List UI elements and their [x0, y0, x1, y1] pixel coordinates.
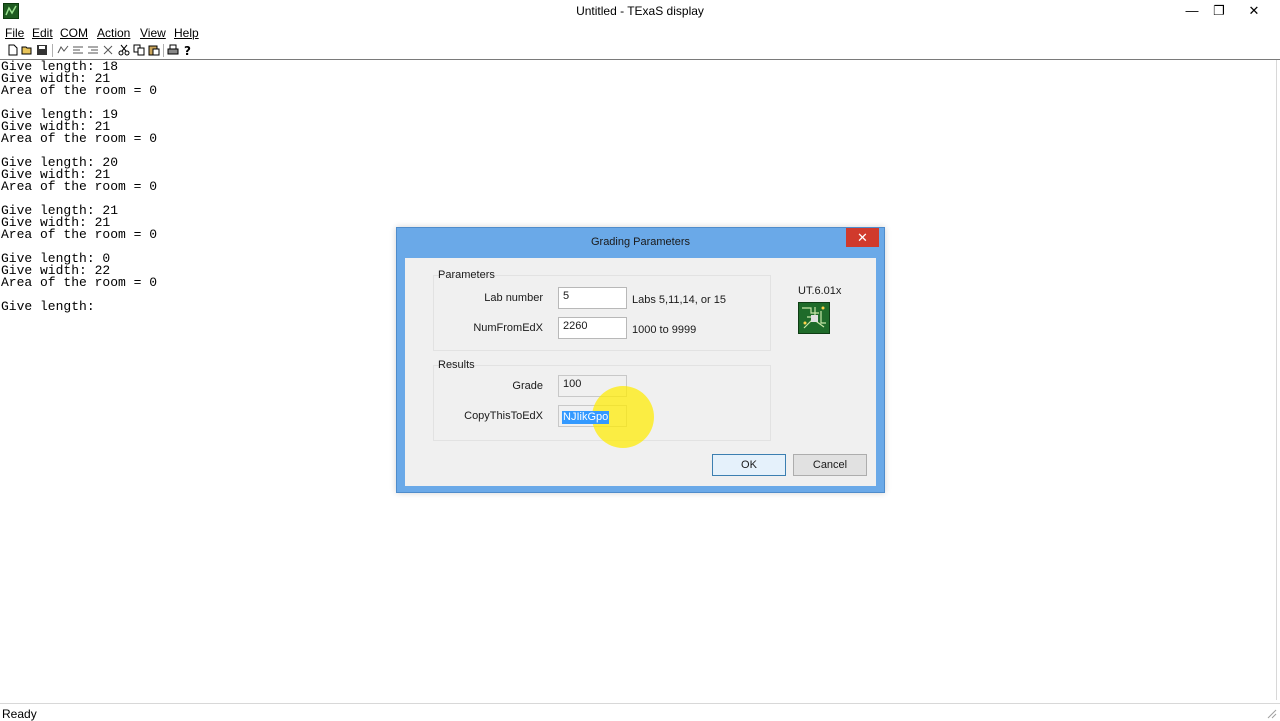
client-border: [0, 59, 1280, 60]
toolbar-separator: [163, 44, 164, 57]
open-icon[interactable]: [21, 44, 33, 56]
status-text: Ready: [2, 707, 37, 721]
title-bar: Untitled - TExaS display — ❐ ✕: [0, 0, 1280, 23]
grade-label: Grade: [512, 380, 543, 392]
terminal-line: Give length:: [1, 299, 95, 314]
copy-to-edx-selected-value[interactable]: NJIikGpo: [562, 411, 610, 424]
toolbar: ?: [0, 43, 1280, 59]
terminal-line: Area of the room = 0: [1, 275, 158, 290]
menu-edit[interactable]: Edit: [32, 26, 53, 40]
print-icon[interactable]: [167, 44, 179, 56]
menu-action[interactable]: Action: [97, 26, 130, 40]
circuit-board-logo-icon: [798, 302, 830, 334]
tool-4-icon[interactable]: [102, 44, 114, 56]
dialog-close-button[interactable]: ✕: [846, 228, 879, 247]
menu-bar: File Edit COM Action View Help: [0, 24, 1280, 43]
scrollbar-edge: [1276, 60, 1277, 700]
menu-file[interactable]: File: [5, 26, 24, 40]
help-icon[interactable]: ?: [182, 44, 194, 56]
numfromedx-hint: 1000 to 9999: [632, 324, 697, 336]
dialog-title: Grading Parameters: [590, 236, 691, 248]
lab-number-input[interactable]: 5: [558, 287, 627, 309]
terminal-line: Area of the room = 0: [1, 227, 158, 242]
menu-view[interactable]: View: [140, 26, 166, 40]
terminal-line: Area of the room = 0: [1, 83, 158, 98]
terminal-line: Area of the room = 0: [1, 131, 158, 146]
minimize-button[interactable]: —: [1178, 0, 1206, 22]
lab-number-hint: Labs 5,11,14, or 15: [632, 294, 726, 306]
dialog-body: Parameters Lab number 5 Labs 5,11,14, or…: [405, 258, 876, 486]
svg-text:?: ?: [184, 44, 191, 56]
paste-icon[interactable]: [148, 44, 160, 56]
grading-parameters-dialog: Grading Parameters ✕ Parameters Lab numb…: [396, 227, 885, 493]
new-icon[interactable]: [7, 44, 19, 56]
toolbar-separator: [52, 44, 53, 57]
menu-com[interactable]: COM: [60, 26, 88, 40]
copy-icon[interactable]: [133, 44, 145, 56]
terminal-line: Area of the room = 0: [1, 179, 158, 194]
tool-1-icon[interactable]: [57, 44, 69, 56]
status-bar: Ready: [0, 703, 1280, 721]
cut-icon[interactable]: [118, 44, 130, 56]
ok-button[interactable]: OK: [712, 454, 786, 476]
lab-number-label: Lab number: [484, 292, 543, 304]
version-label: UT.6.01x: [798, 285, 842, 297]
maximize-button[interactable]: ❐: [1205, 0, 1233, 22]
results-group-label: Results: [438, 359, 475, 371]
cancel-button[interactable]: Cancel: [793, 454, 867, 476]
numfromedx-input[interactable]: 2260: [558, 317, 627, 339]
tool-3-icon[interactable]: [87, 44, 99, 56]
save-icon[interactable]: [36, 44, 48, 56]
tool-2-icon[interactable]: [72, 44, 84, 56]
numfromedx-label: NumFromEdX: [473, 322, 543, 334]
window-title: Untitled - TExaS display: [576, 4, 704, 18]
close-button[interactable]: ✕: [1231, 0, 1277, 22]
parameters-group-label: Parameters: [438, 269, 495, 281]
copy-to-edx-label: CopyThisToEdX: [464, 410, 543, 422]
menu-help[interactable]: Help: [174, 26, 199, 40]
size-grip-icon[interactable]: [1266, 708, 1277, 719]
